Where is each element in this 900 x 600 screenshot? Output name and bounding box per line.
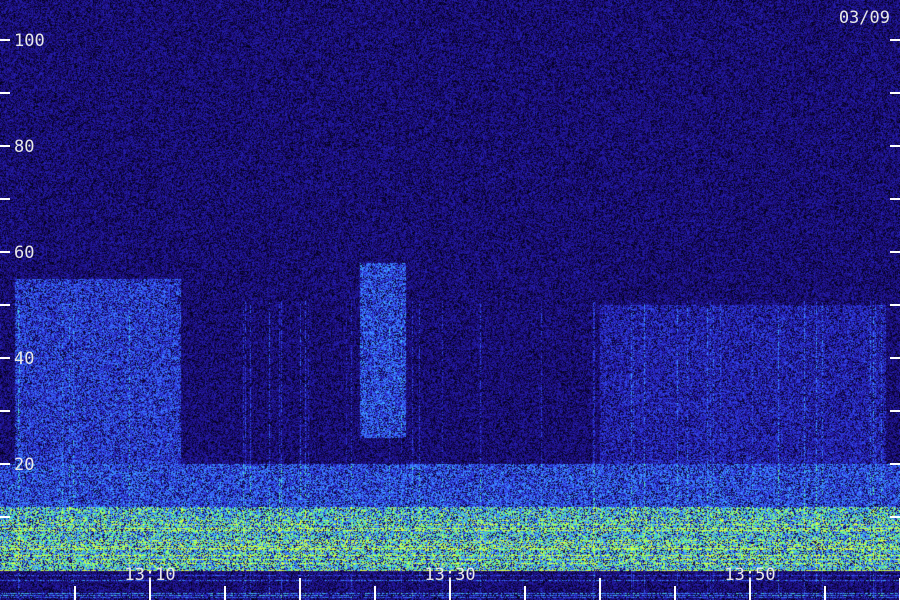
x-tick-label: 13:50 [724, 565, 775, 585]
x-axis: 13:10 13:30 13:50 [74, 565, 900, 600]
date-label: 03/09 [839, 8, 890, 28]
x-tick-label: 13:10 [124, 565, 175, 585]
y-tick-label: 80 [14, 137, 34, 157]
y-tick-label: 60 [14, 243, 34, 263]
axes-overlay: 20 40 60 80 100 13:10 13:30 13:50 03/09 [0, 8, 900, 600]
y-tick-label: 40 [14, 349, 34, 369]
y-tick-label: 100 [14, 31, 45, 51]
y-axis: 20 40 60 80 100 [0, 31, 900, 518]
y-tick-label: 20 [14, 455, 34, 475]
x-tick-label: 13:30 [424, 565, 475, 585]
